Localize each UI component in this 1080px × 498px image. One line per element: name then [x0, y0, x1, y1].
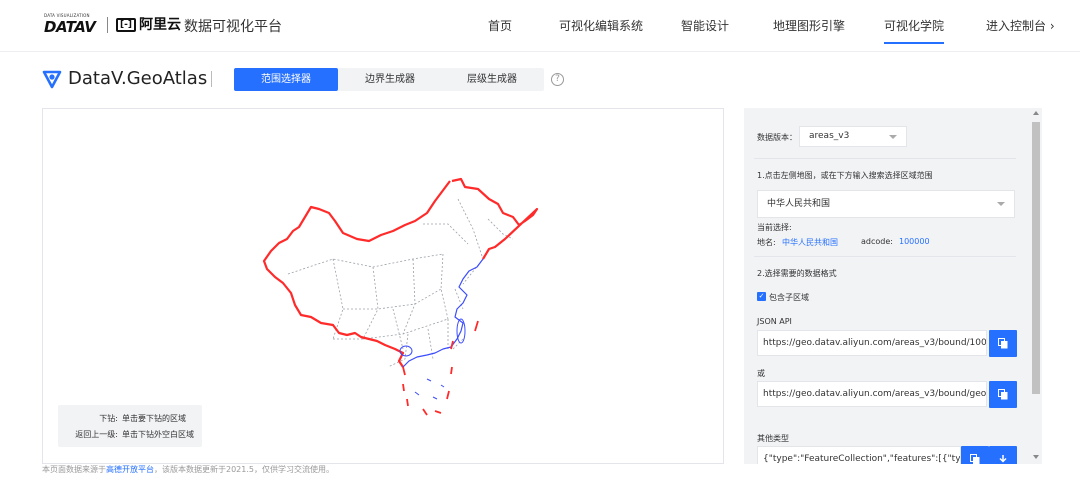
nav-smart-design[interactable]: 智能设计	[681, 17, 729, 34]
place-label: 地名:	[757, 238, 776, 247]
top-navigation-bar: DATA VISUALIZATION DATAV [-] 阿里云 数据可视化平台 …	[0, 0, 1080, 52]
settings-panel: 数据版本： areas_v3 1.点击左侧地图，或在下方输入搜索选择区域范围 中…	[744, 108, 1042, 464]
footnote-suffix: ，该版本数据更新于2021.5，仅供学习交流使用。	[154, 465, 334, 474]
tool-tabs: 范围选择器 边界生成器 层级生成器	[234, 68, 544, 91]
divider	[754, 256, 1016, 257]
chevron-down-icon	[889, 134, 897, 139]
footnote-prefix: 本页面数据来源于	[42, 465, 106, 474]
south-china-sea-islands	[402, 320, 479, 416]
version-select[interactable]: areas_v3	[799, 126, 907, 147]
version-label: 数据版本：	[757, 133, 797, 142]
include-subregions-label: 包含子区域	[769, 293, 809, 302]
datav-logo-text: DATAV	[44, 18, 96, 36]
help-icon[interactable]: ?	[551, 73, 564, 86]
place-value: 中华人民共和国	[782, 238, 838, 247]
nav-home[interactable]: 首页	[488, 17, 512, 34]
hint-value: 单击要下钻的区域	[122, 414, 186, 423]
copy-json-api-button[interactable]	[989, 330, 1017, 357]
json-api-label: JSON API	[757, 317, 792, 326]
logo-divider	[107, 17, 108, 33]
hint-key: 返回上一级:	[75, 430, 118, 439]
or-label: 或	[757, 369, 765, 378]
province-boundaries	[287, 198, 514, 368]
download-button[interactable]	[989, 446, 1017, 464]
copy-icon	[970, 454, 980, 464]
step2-label: 2.选择需要的数据格式	[757, 269, 837, 278]
map-panel[interactable]: 下钻: 单击要下钻的区域 返回上一级: 单击下钻外空白区域	[42, 108, 724, 464]
scrollbar-thumb[interactable]	[1032, 122, 1040, 394]
region-select-value: 中华人民共和国	[767, 199, 831, 209]
tab-boundary-generator[interactable]: 边界生成器	[338, 68, 442, 91]
scroll-down-arrow-icon[interactable]	[1033, 455, 1039, 459]
hint-value: 单击下钻外空白区域	[122, 430, 194, 439]
other-types-label: 其他类型	[757, 434, 789, 443]
download-icon	[999, 455, 1007, 463]
coastline	[402, 258, 484, 368]
adcode-value: 100000	[899, 237, 930, 246]
geoatlas-logo-icon	[42, 70, 62, 89]
region-select[interactable]: 中华人民共和国	[757, 190, 1015, 218]
brand-divider	[211, 71, 212, 87]
chevron-down-icon	[997, 202, 1005, 206]
scroll-up-arrow-icon[interactable]	[1033, 111, 1039, 115]
tab-hierarchy-generator[interactable]: 层级生成器	[440, 68, 544, 91]
nav-console[interactable]: 进入控制台 ›	[986, 17, 1055, 34]
adcode-label: adcode:	[861, 237, 893, 246]
version-select-value: areas_v3	[809, 131, 850, 141]
brand-name: DataV.GeoAtlas	[68, 68, 208, 89]
aliyun-bracket-icon: [-]	[116, 18, 136, 32]
nav-editor[interactable]: 可视化编辑系统	[559, 17, 643, 34]
geojson-text-field[interactable]: {"type":"FeatureCollection","features":[…	[757, 446, 961, 464]
geojson-url-field[interactable]: https://geo.datav.aliyun.com/areas_v3/bo…	[757, 381, 987, 407]
nav-geo-engine[interactable]: 地理图形引擎	[773, 17, 845, 34]
tab-range-selector[interactable]: 范围选择器	[234, 68, 338, 91]
aliyun-logo[interactable]: [-] 阿里云	[116, 14, 181, 34]
datav-logo[interactable]: DATA VISUALIZATION DATAV	[44, 13, 100, 37]
step1-label: 1.点击左侧地图，或在下方输入搜索选择区域范围	[757, 171, 933, 180]
copy-icon	[998, 389, 1008, 400]
current-selection-label: 当前选择:	[757, 223, 792, 232]
json-api-url-field[interactable]: https://geo.datav.aliyun.com/areas_v3/bo…	[757, 330, 987, 356]
aliyun-logo-text: 阿里云	[138, 17, 181, 33]
copy-icon	[998, 338, 1008, 349]
platform-title: 数据可视化平台	[184, 19, 282, 35]
data-source-footnote: 本页面数据来源于高德开放平台，该版本数据更新于2021.5，仅供学习交流使用。	[42, 464, 334, 475]
copy-geojson-text-button[interactable]	[961, 446, 989, 464]
include-subregions-checkbox[interactable]: ✓	[757, 292, 766, 301]
hint-key: 下钻:	[99, 414, 118, 423]
land-border	[262, 177, 539, 368]
copy-geojson-url-button[interactable]	[989, 381, 1017, 408]
amap-link[interactable]: 高德开放平台	[106, 465, 154, 474]
nav-academy[interactable]: 可视化学院	[884, 17, 945, 44]
divider	[754, 158, 1016, 159]
map-hint-box: 下钻: 单击要下钻的区域 返回上一级: 单击下钻外空白区域	[58, 405, 202, 447]
